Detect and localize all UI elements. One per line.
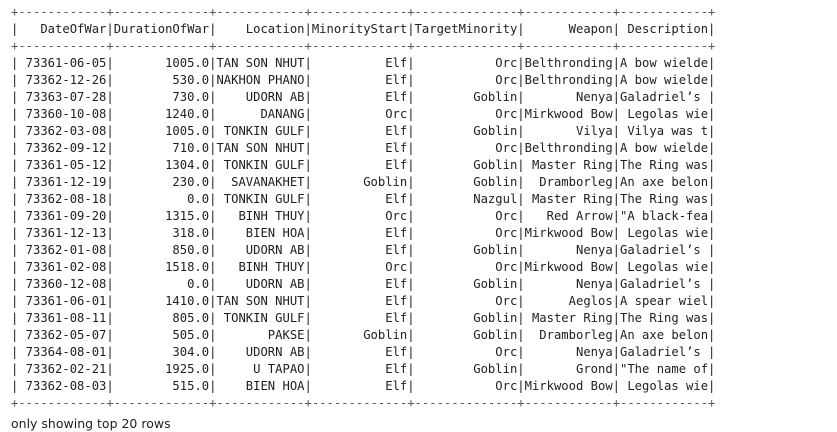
table-row: | 73362-01-08| 850.0| UDORN AB| Elf| Gob… <box>11 243 716 257</box>
table-row: | 73361-06-01| 1410.0|TAN SON NHUT| Elf|… <box>11 294 716 308</box>
table-row: | 73361-12-13| 318.0| BIEN HOA| Elf| Orc… <box>11 226 716 240</box>
table-row: | 73362-05-07| 505.0| PAKSE| Goblin| Gob… <box>11 328 716 342</box>
table-row: | 73363-07-28| 730.0| UDORN AB| Elf| Gob… <box>11 90 716 104</box>
table-row: | 73362-12-26| 530.0|NAKHON PHANO| Elf| … <box>11 73 716 87</box>
table-row: | 73361-06-05| 1005.0|TAN SON NHUT| Elf|… <box>11 56 716 70</box>
table-row: | 73362-09-12| 710.0|TAN SON NHUT| Elf| … <box>11 141 716 155</box>
table-row: | 73360-10-08| 1240.0| DANANG| Orc| Orc|… <box>11 107 716 121</box>
table-row: | 73361-09-20| 1315.0| BINH THUY| Orc| O… <box>11 209 716 223</box>
console-output: +------------+-------------+------------… <box>0 0 837 431</box>
table-row: | 73362-02-21| 1925.0| U TAPAO| Elf| Gob… <box>11 362 716 376</box>
table-row: | 73361-08-11| 805.0| TONKIN GULF| Elf| … <box>11 311 716 325</box>
table-row: | 73364-08-01| 304.0| UDORN AB| Elf| Orc… <box>11 345 716 359</box>
row-count-note: only showing top 20 rows <box>11 416 171 431</box>
table-row: | 73362-03-08| 1005.0| TONKIN GULF| Elf|… <box>11 124 716 138</box>
table-border-top: +------------+-------------+------------… <box>11 5 716 19</box>
table-row: | 73362-08-03| 515.0| BIEN HOA| Elf| Orc… <box>11 379 716 393</box>
table-row: | 73361-12-19| 230.0| SAVANAKHET| Goblin… <box>11 175 716 189</box>
table-header-row: | DateOfWar|DurationOfWar| Location|Mino… <box>11 22 716 36</box>
table-row: | 73361-02-08| 1518.0| BINH THUY| Orc| O… <box>11 260 716 274</box>
table-row: | 73361-05-12| 1304.0| TONKIN GULF| Elf|… <box>11 158 716 172</box>
table-border-header: +------------+-------------+------------… <box>11 39 716 53</box>
table-row: | 73360-12-08| 0.0| UDORN AB| Elf| Gobli… <box>11 277 716 291</box>
table-row: | 73362-08-18| 0.0| TONKIN GULF| Elf| Na… <box>11 192 716 206</box>
dataframe-table: +------------+-------------+------------… <box>11 4 837 412</box>
table-border-bottom: +------------+-------------+------------… <box>11 396 716 410</box>
